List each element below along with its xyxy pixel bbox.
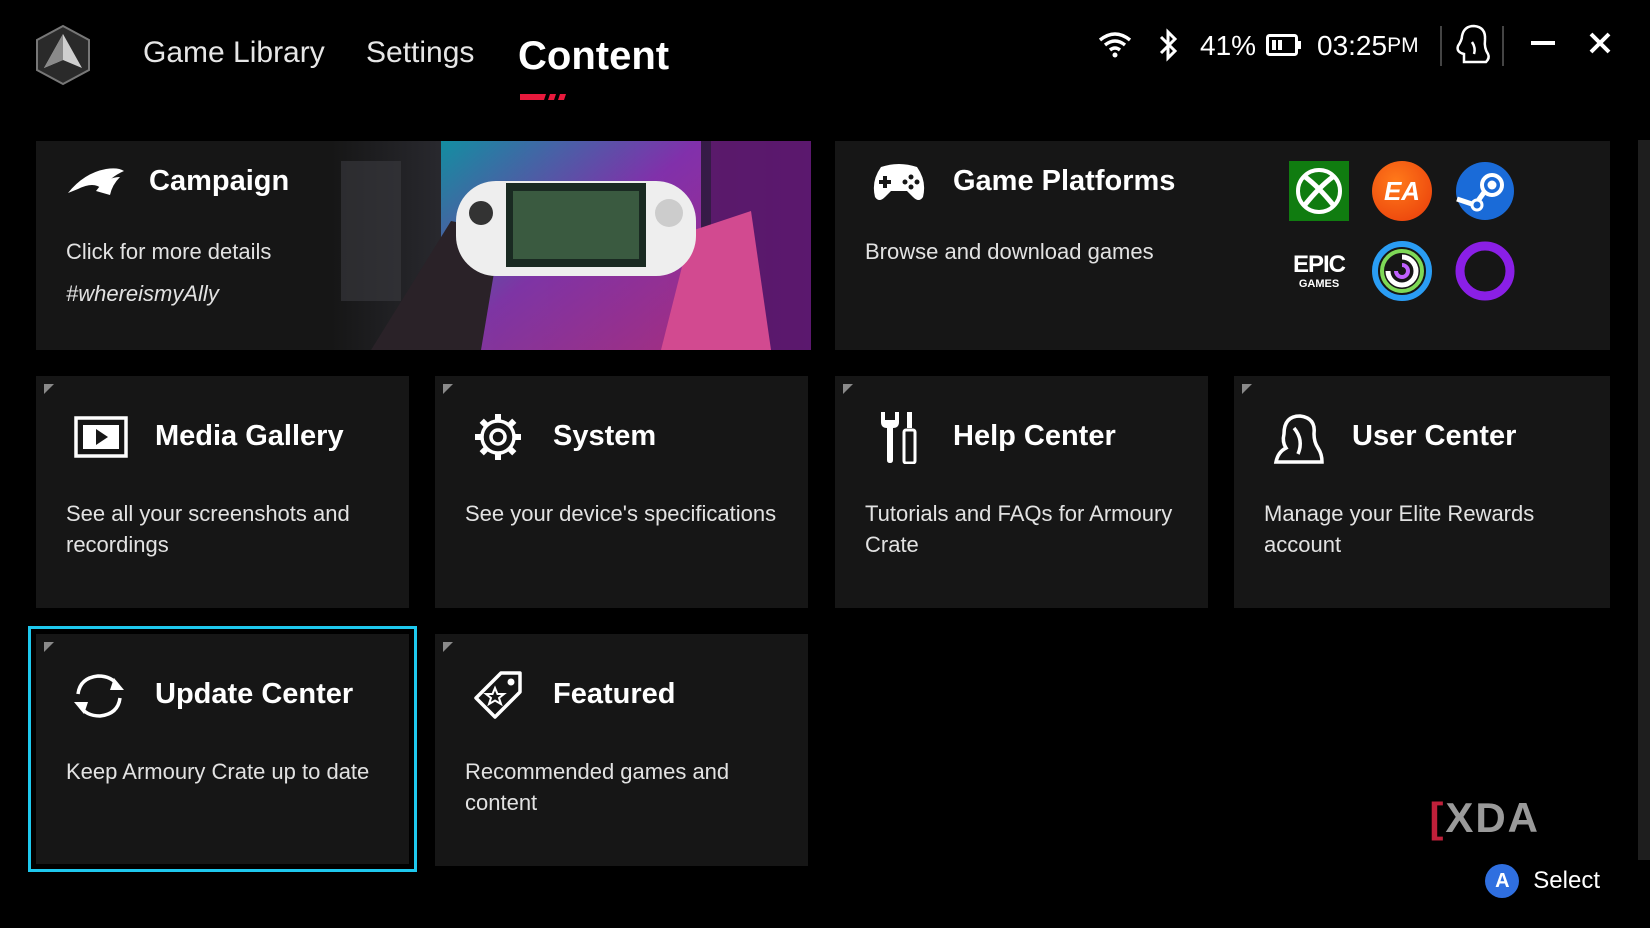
tab-content[interactable]: Content <box>518 34 669 79</box>
card-corner <box>443 384 453 394</box>
media-gallery-card[interactable]: Media Gallery See all your screenshots a… <box>36 376 409 608</box>
scrollbar[interactable] <box>1638 140 1650 860</box>
epic-games-logo-icon[interactable]: EPIC GAMES <box>1289 241 1349 301</box>
a-button-icon: A <box>1485 864 1520 898</box>
xda-watermark-text: XDA <box>1445 794 1540 841</box>
user-center-card[interactable]: User Center Manage your Elite Rewards ac… <box>1234 376 1610 608</box>
clock-time: 03:25 <box>1317 30 1388 61</box>
featured-desc: Recommended games and content <box>465 759 730 815</box>
game-platforms-title: Game Platforms <box>953 165 1176 197</box>
header-divider <box>1502 26 1504 66</box>
help-center-desc: Tutorials and FAQs for Armoury Crate <box>865 501 1173 557</box>
header-divider <box>1440 26 1442 66</box>
media-gallery-title: Media Gallery <box>155 420 344 452</box>
minimize-icon[interactable] <box>1531 38 1555 48</box>
card-corner <box>44 642 54 652</box>
featured-title: Featured <box>553 678 676 710</box>
close-icon[interactable] <box>1589 32 1611 54</box>
system-card[interactable]: System See your device's specifications <box>435 376 808 608</box>
epic-logo-subtext: GAMES <box>1298 277 1340 290</box>
game-platforms-card[interactable]: Game Platforms Browse and download games… <box>835 141 1610 350</box>
user-center-title: User Center <box>1352 420 1517 452</box>
epic-logo-text: EPIC <box>1292 250 1346 278</box>
bluetooth-icon <box>1159 28 1178 62</box>
campaign-card[interactable]: Campaign Click for more details #whereis… <box>36 141 811 350</box>
battery-icon <box>1266 34 1301 56</box>
tools-icon <box>881 412 917 464</box>
update-center-desc: Keep Armoury Crate up to date <box>66 759 370 784</box>
tab-game-library[interactable]: Game Library <box>143 36 325 70</box>
gog-logo-icon[interactable] <box>1455 241 1515 301</box>
system-desc: See your device's specifications <box>465 501 777 526</box>
card-corner <box>443 642 453 652</box>
wifi-icon <box>1098 32 1132 58</box>
featured-card[interactable]: Featured Recommended games and content <box>435 634 808 866</box>
campaign-desc: Click for more details <box>66 239 272 264</box>
clock-ampm: PM <box>1387 34 1419 57</box>
active-tab-underline <box>520 94 566 100</box>
media-gallery-desc: See all your screenshots and recordings <box>66 501 350 557</box>
ubisoft-logo-icon[interactable] <box>1372 241 1432 301</box>
update-center-card[interactable]: Update Center Keep Armoury Crate up to d… <box>28 626 417 872</box>
update-center-title: Update Center <box>155 678 354 710</box>
user-icon <box>1273 414 1324 464</box>
refresh-icon <box>74 674 124 718</box>
xda-watermark: [XDA <box>1429 794 1540 842</box>
user-icon[interactable] <box>1452 24 1492 64</box>
card-corner <box>843 384 853 394</box>
help-center-title: Help Center <box>953 420 1116 452</box>
campaign-hashtag: #whereismyAlly <box>66 281 219 306</box>
tab-settings[interactable]: Settings <box>366 36 474 70</box>
system-title: System <box>553 420 657 452</box>
rog-eye-icon <box>68 168 124 195</box>
campaign-banner-image <box>331 141 811 350</box>
rog-logo-icon <box>36 24 90 86</box>
user-center-desc: Manage your Elite Rewards account <box>1264 501 1535 557</box>
help-center-card[interactable]: Help Center Tutorials and FAQs for Armou… <box>835 376 1208 608</box>
card-corner <box>1242 384 1252 394</box>
xda-watermark-bracket: [ <box>1429 794 1446 841</box>
gear-icon <box>475 414 521 460</box>
select-hint: A Select <box>1485 864 1600 898</box>
media-icon <box>74 416 128 458</box>
xbox-logo-icon[interactable] <box>1289 161 1349 221</box>
card-corner <box>44 384 54 394</box>
battery-percent: 41% <box>1200 30 1257 61</box>
steam-logo-icon[interactable] <box>1455 161 1515 221</box>
campaign-title: Campaign <box>149 165 290 197</box>
game-platforms-desc: Browse and download games <box>865 239 1154 264</box>
gamepad-icon <box>873 164 925 200</box>
select-label: Select <box>1533 867 1600 894</box>
clock: 03:25 PM <box>1317 26 1419 66</box>
tag-star-icon <box>474 671 522 719</box>
ea-logo-icon[interactable]: EA <box>1372 161 1432 221</box>
